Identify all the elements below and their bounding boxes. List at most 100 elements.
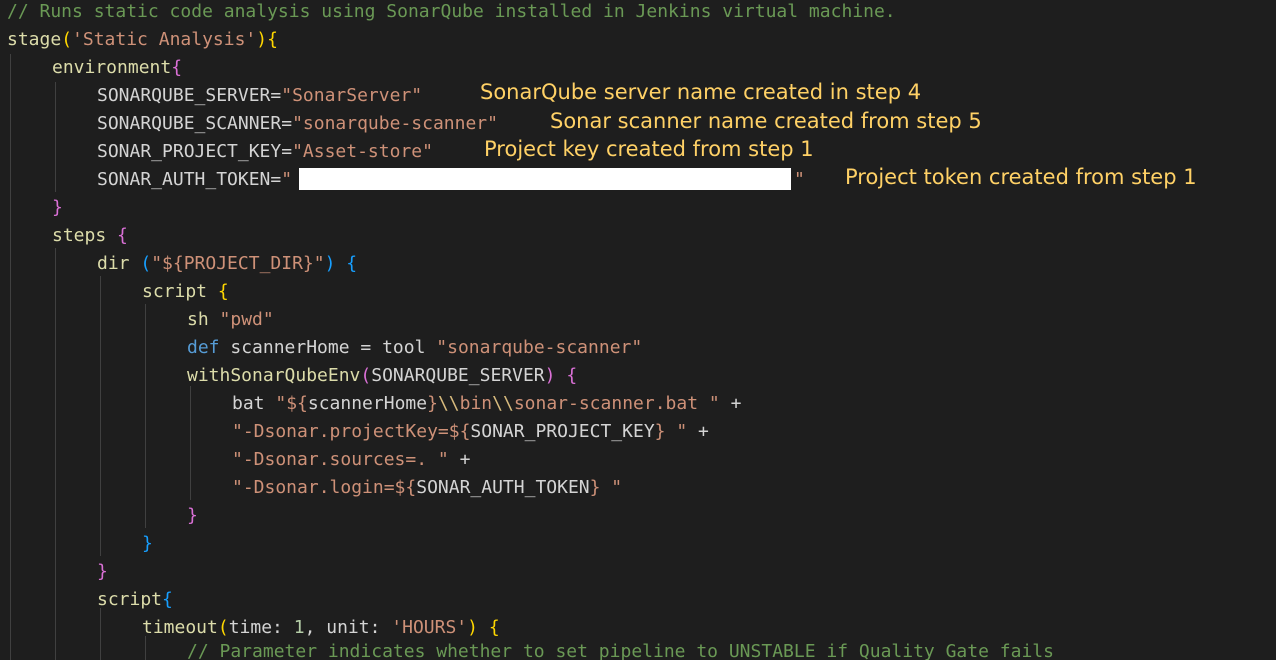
brace: { [267, 29, 278, 50]
auth-token-ref: SONAR_AUTH_TOKEN [416, 477, 590, 498]
timeout-value: 1 [293, 617, 305, 638]
code-comment: // Parameter indicates whether to set pi… [187, 641, 1054, 660]
operator: = [281, 141, 293, 162]
redacted-token [299, 168, 791, 190]
brace: { [171, 57, 183, 78]
timeout-unit: 'HOURS' [391, 617, 468, 638]
named-arg-label: , unit: [304, 617, 392, 638]
operator: + [687, 421, 709, 442]
string-part: } " [589, 477, 623, 498]
code-line-5: SONARQUBE_SCANNER="sonarqube-scanner" [97, 112, 498, 140]
annotation-scanner: Sonar scanner name created from step 5 [550, 109, 982, 133]
code-line-21: } [97, 560, 108, 588]
code-line-17: "-Dsonar.sources=. " + [232, 448, 470, 476]
quote: " [281, 169, 293, 190]
brace: { [566, 365, 578, 386]
annotation-server: SonarQube server name created in step 4 [480, 80, 922, 104]
env-var-name: SONAR_AUTH_TOKEN [97, 169, 271, 190]
code-line-24: // Parameter indicates whether to set pi… [187, 640, 1054, 660]
string-part: "-Dsonar.projectKey=${ [232, 421, 471, 442]
annotation-project: Project key created from step 1 [484, 137, 814, 161]
env-var-name: SONARQUBE_SERVER [97, 85, 271, 106]
env-var-value: "Asset-store" [292, 141, 433, 162]
sh-keyword: sh [187, 309, 209, 330]
annotation-token: Project token created from step 1 [845, 165, 1197, 189]
steps-keyword: steps [52, 225, 107, 246]
code-line-13: def scannerHome = tool "sonarqube-scanne… [187, 336, 642, 364]
def-keyword: def [187, 337, 220, 358]
env-var-value: "sonarqube-scanner" [292, 113, 498, 134]
paren: ) [256, 29, 268, 50]
operator: + [719, 393, 742, 414]
indent-guide [190, 386, 191, 500]
code-line-19: } [187, 504, 198, 532]
code-line-9: steps { [52, 224, 128, 252]
code-line-2: stage('Static Analysis'){ [7, 28, 278, 56]
paren: ( [61, 29, 73, 50]
code-line-20: } [142, 532, 153, 560]
brace: } [187, 505, 198, 526]
tool-keyword: tool [382, 337, 426, 358]
env-var-name: SONAR_PROJECT_KEY [97, 141, 282, 162]
code-line-4: SONARQUBE_SERVER="SonarServer" [97, 84, 422, 112]
dir-argument: "${PROJECT_DIR}" [151, 253, 325, 274]
code-line-15: bat "${scannerHome}\\bin\\sonar-scanner.… [232, 392, 741, 420]
brace: { [346, 253, 358, 274]
env-var-value: "SonarServer" [281, 85, 423, 106]
stage-name: 'Static Analysis' [72, 29, 257, 50]
code-line-10: dir ("${PROJECT_DIR}") { [97, 253, 358, 274]
operator: = [270, 85, 282, 106]
brace: { [117, 225, 128, 246]
code-line-6: SONAR_PROJECT_KEY="Asset-store" [97, 140, 433, 168]
code-line-12: sh "pwd" [187, 308, 274, 336]
code-line-1: // Runs static code analysis using Sonar… [7, 0, 896, 28]
env-var-name: SONARQUBE_SCANNER [97, 113, 282, 134]
escape-sequence: \\ [437, 393, 460, 414]
code-editor[interactable]: // Runs static code analysis using Sonar… [0, 0, 1276, 660]
operator: = [270, 169, 282, 190]
indent-guide [55, 248, 56, 660]
project-key-ref: SONAR_PROJECT_KEY [470, 421, 655, 442]
dir-keyword: dir [97, 253, 130, 274]
escape-sequence: \\ [492, 393, 514, 414]
brace: { [162, 589, 173, 610]
code-line-22: script{ [97, 588, 173, 616]
environment-keyword: environment [52, 57, 172, 78]
brace: { [217, 281, 229, 302]
sh-argument: "pwd" [219, 309, 274, 330]
indent-guide [55, 82, 56, 192]
code-comment: // Runs static code analysis using Sonar… [7, 1, 896, 22]
operator: = [349, 337, 383, 358]
indent-guide [10, 54, 11, 660]
code-line-8: } [52, 196, 63, 224]
scanner-home-ref: scannerHome [307, 393, 428, 414]
code-line-7: SONAR_AUTH_TOKEN=" [97, 168, 292, 196]
indent-guide [100, 276, 101, 556]
string-part: sonar-scanner.bat " [513, 393, 720, 414]
script-keyword: script [142, 281, 208, 302]
indent-guide [145, 304, 146, 528]
operator: = [281, 113, 293, 134]
operator: + [448, 449, 471, 470]
scanner-home-var: scannerHome [230, 337, 350, 358]
code-line-3: environment{ [52, 56, 182, 84]
brace: { [488, 617, 500, 638]
brace: } [97, 561, 108, 582]
string-part: bin [459, 393, 493, 414]
code-line-11: script { [142, 280, 229, 308]
brace: } [142, 533, 153, 554]
string-part: } " [654, 421, 688, 442]
brace: } [52, 197, 63, 218]
named-arg-label: time: [228, 617, 294, 638]
code-line-18: "-Dsonar.login=${SONAR_AUTH_TOKEN} " [232, 476, 622, 504]
with-env-argument: SONARQUBE_SERVER [371, 365, 545, 386]
string-part: "-Dsonar.login=${ [232, 477, 417, 498]
token-close-quote: " [794, 169, 805, 190]
bat-keyword: bat [232, 393, 265, 414]
tool-argument: "sonarqube-scanner" [436, 337, 643, 358]
code-line-14: withSonarQubeEnv(SONARQUBE_SERVER) { [187, 365, 578, 386]
stage-keyword: stage [7, 29, 62, 50]
string-part: "-Dsonar.sources=. " [232, 449, 449, 470]
string-part: } [427, 393, 438, 414]
timeout-keyword: timeout [142, 617, 218, 638]
